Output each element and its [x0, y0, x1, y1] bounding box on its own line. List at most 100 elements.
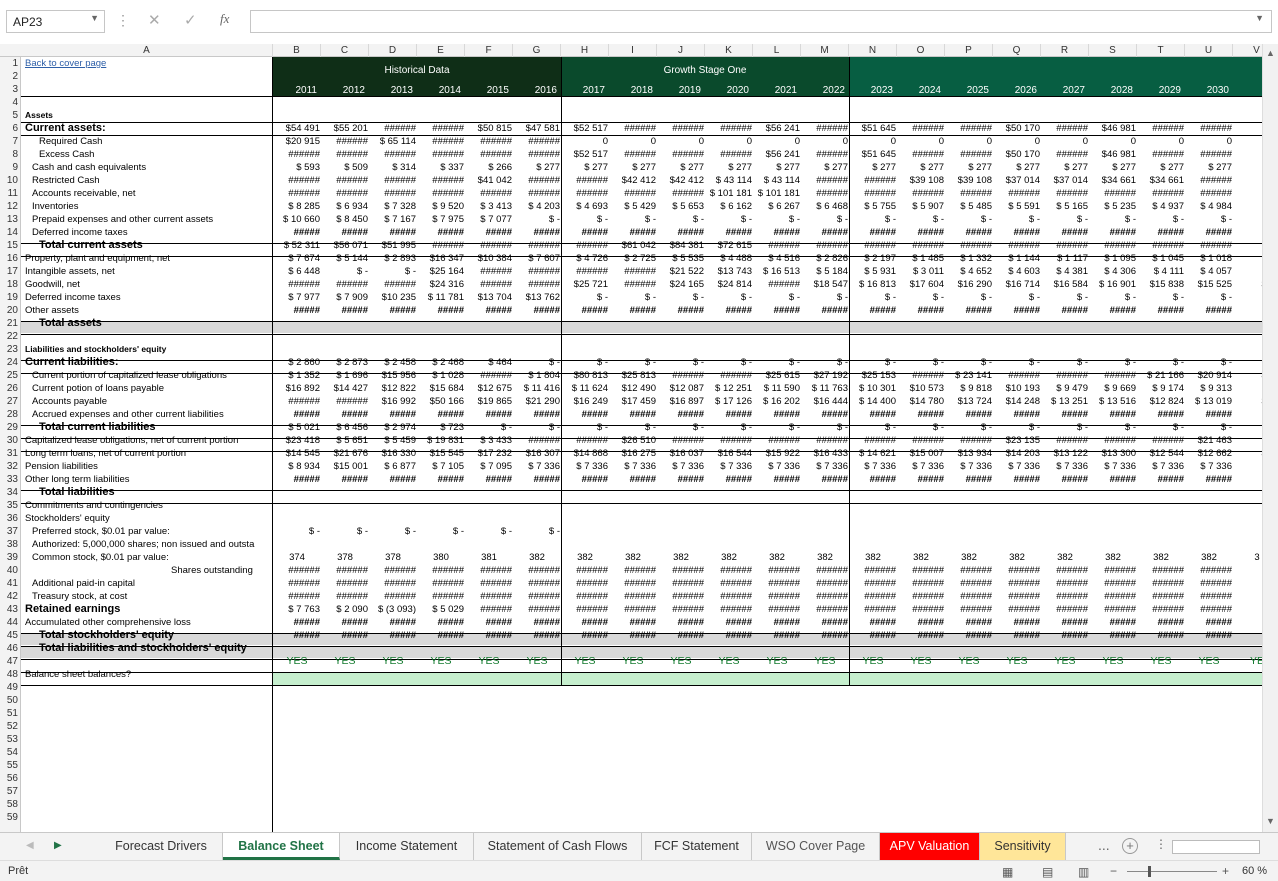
value-cell[interactable]: #####: [370, 408, 416, 421]
value-cell[interactable]: $ 1 352: [274, 369, 320, 382]
value-cell[interactable]: $ -: [1138, 356, 1184, 369]
value-cell[interactable]: #####: [466, 408, 512, 421]
value-cell[interactable]: $15 001: [322, 460, 368, 473]
value-cell[interactable]: $ 14: [1234, 278, 1263, 291]
value-cell[interactable]: $ 4 693: [562, 200, 608, 213]
value-cell[interactable]: ######: [514, 148, 560, 161]
value-cell[interactable]: ######: [754, 278, 800, 291]
value-cell[interactable]: #####: [1138, 616, 1184, 629]
value-cell[interactable]: $ 1 028: [418, 369, 464, 382]
value-cell[interactable]: ######: [562, 603, 608, 616]
value-cell[interactable]: $61 042: [610, 239, 656, 252]
value-cell[interactable]: ######: [322, 577, 368, 590]
value-cell[interactable]: $ -: [1042, 356, 1088, 369]
value-cell[interactable]: $: [1234, 161, 1262, 174]
value-cell[interactable]: $ -: [994, 291, 1040, 304]
value-cell[interactable]: ######: [1186, 122, 1232, 135]
plus-circle-icon[interactable]: +: [1122, 838, 1138, 854]
value-cell[interactable]: $ -: [514, 213, 560, 226]
value-cell[interactable]: $46 981: [1090, 148, 1136, 161]
value-cell[interactable]: #####: [466, 304, 512, 317]
value-cell[interactable]: ######: [1042, 187, 1088, 200]
column-header-f[interactable]: F: [465, 44, 513, 57]
value-cell[interactable]: $ 7 336: [1090, 460, 1136, 473]
triangle-up-icon[interactable]: ▲: [1266, 48, 1275, 58]
value-cell[interactable]: $ 52 311: [274, 239, 320, 252]
horizontal-scrollbar[interactable]: [1172, 840, 1260, 854]
balance-check-cell[interactable]: YES: [369, 655, 417, 668]
value-cell[interactable]: 374: [274, 551, 320, 564]
value-cell[interactable]: $17 232: [466, 447, 512, 460]
value-cell[interactable]: 382: [1090, 551, 1136, 564]
value-cell[interactable]: #####: [418, 408, 464, 421]
value-cell[interactable]: 0: [562, 135, 608, 148]
value-cell[interactable]: $12 824: [1138, 395, 1184, 408]
value-cell[interactable]: ######: [1186, 239, 1232, 252]
value-cell[interactable]: $ -: [1042, 213, 1088, 226]
value-cell[interactable]: ######: [562, 265, 608, 278]
value-cell[interactable]: $ -: [1186, 421, 1232, 434]
balance-check-cell[interactable]: YES: [897, 655, 945, 668]
value-cell[interactable]: 0: [658, 135, 704, 148]
value-cell[interactable]: $ 4 381: [1042, 265, 1088, 278]
sheet-tab-income-statement[interactable]: Income Statement: [340, 833, 474, 860]
value-cell[interactable]: 382: [562, 551, 608, 564]
value-cell[interactable]: $ 4 726: [562, 252, 608, 265]
value-cell[interactable]: $ 10 301: [850, 382, 896, 395]
value-cell[interactable]: $20 914: [1186, 369, 1232, 382]
value-cell[interactable]: ######: [658, 434, 704, 447]
value-cell[interactable]: $25 164: [418, 265, 464, 278]
sheet-tab-statement-of-cash-flows[interactable]: Statement of Cash Flows: [474, 833, 642, 860]
value-cell[interactable]: #####: [562, 473, 608, 486]
value-cell[interactable]: ######: [994, 577, 1040, 590]
balance-check-cell[interactable]: YES: [465, 655, 513, 668]
value-cell[interactable]: $ 17 126: [706, 395, 752, 408]
value-cell[interactable]: $ -: [370, 265, 416, 278]
value-cell[interactable]: ######: [946, 148, 992, 161]
chevron-down-icon[interactable]: ▼: [1255, 13, 1264, 23]
value-cell[interactable]: $ -: [1090, 213, 1136, 226]
value-cell[interactable]: 381: [466, 551, 512, 564]
value-cell[interactable]: ######: [946, 187, 992, 200]
value-cell[interactable]: 382: [1186, 551, 1232, 564]
value-cell[interactable]: $ 6 468: [802, 200, 848, 213]
value-cell[interactable]: ######: [1090, 590, 1136, 603]
value-cell[interactable]: $ -: [418, 525, 464, 538]
value-cell[interactable]: $ -: [658, 356, 704, 369]
value-cell[interactable]: $ 7 105: [418, 460, 464, 473]
value-cell[interactable]: $ 2 826: [802, 252, 848, 265]
zoom-out-icon[interactable]: −: [1110, 864, 1117, 878]
value-cell[interactable]: $ 7 336: [610, 460, 656, 473]
value-cell[interactable]: $18 547: [802, 278, 848, 291]
value-cell[interactable]: ######: [1138, 239, 1184, 252]
value-cell[interactable]: 378: [322, 551, 368, 564]
value-cell[interactable]: $24 814: [706, 278, 752, 291]
value-cell[interactable]: ######: [1090, 187, 1136, 200]
row-header[interactable]: 18: [0, 278, 20, 291]
value-cell[interactable]: $ 1 144: [994, 252, 1040, 265]
value-cell[interactable]: ######: [706, 564, 752, 577]
value-cell[interactable]: 382: [946, 551, 992, 564]
value-cell[interactable]: #####: [418, 226, 464, 239]
value-cell[interactable]: ######: [610, 590, 656, 603]
value-cell[interactable]: $ 10 660: [274, 213, 320, 226]
value-cell[interactable]: $ 23 141: [946, 369, 992, 382]
value-cell[interactable]: ######: [898, 369, 944, 382]
value-cell[interactable]: #####: [418, 304, 464, 317]
value-cell[interactable]: $13 934: [946, 447, 992, 460]
value-cell[interactable]: $16 584: [1042, 278, 1088, 291]
value-cell[interactable]: $17 604: [898, 278, 944, 291]
value-cell[interactable]: ######: [466, 590, 512, 603]
value-cell[interactable]: $16 544: [706, 447, 752, 460]
value-cell[interactable]: $ -: [562, 356, 608, 369]
balance-check-cell[interactable]: YES: [417, 655, 465, 668]
value-cell[interactable]: $12 675: [466, 382, 512, 395]
value-cell[interactable]: $14 545: [274, 447, 320, 460]
value-cell[interactable]: $84 381: [658, 239, 704, 252]
value-cell[interactable]: $19 865: [466, 395, 512, 408]
value-cell[interactable]: $10 573: [898, 382, 944, 395]
value-cell[interactable]: ###: [1234, 603, 1262, 616]
value-cell[interactable]: $ 21 166: [1138, 369, 1184, 382]
value-cell[interactable]: $90: [1234, 239, 1262, 252]
row-header[interactable]: 46: [0, 642, 20, 655]
